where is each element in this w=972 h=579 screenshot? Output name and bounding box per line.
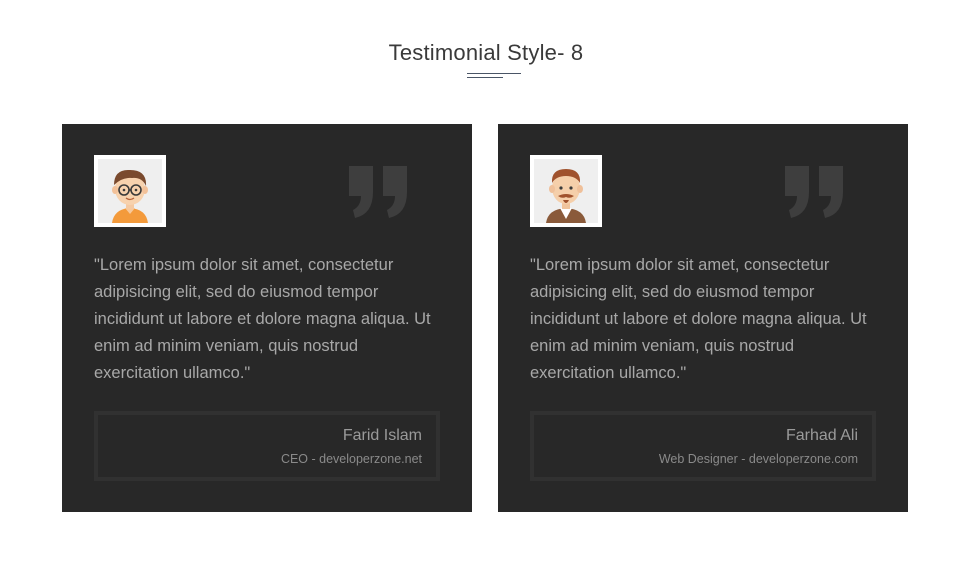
avatar-man-with-beard-icon bbox=[534, 159, 598, 223]
author-box: Farhad Ali Web Designer - developerzone.… bbox=[530, 411, 876, 481]
testimonial-text: "Lorem ipsum dolor sit amet, consectetur… bbox=[94, 256, 431, 382]
author-role: CEO - developerzone.net bbox=[280, 452, 422, 466]
testimonial-card: "Lorem ipsum dolor sit amet, consectetur… bbox=[62, 124, 472, 512]
testimonial-card: "Lorem ipsum dolor sit amet, consectetur… bbox=[498, 124, 908, 512]
quote-icon bbox=[785, 166, 843, 218]
avatar bbox=[530, 155, 602, 227]
title-divider bbox=[467, 73, 521, 79]
testimonial-text: "Lorem ipsum dolor sit amet, consectetur… bbox=[530, 256, 867, 382]
author-name: Farid Islam bbox=[342, 427, 422, 444]
author-name: Farhad Ali bbox=[785, 427, 858, 444]
author-box: Farid Islam CEO - developerzone.net bbox=[94, 411, 440, 481]
quote-icon bbox=[349, 166, 407, 218]
section-title: Testimonial Style- 8 bbox=[388, 40, 584, 65]
avatar-boy-with-glasses-icon bbox=[98, 159, 162, 223]
avatar bbox=[94, 155, 166, 227]
author-role: Web Designer - developerzone.com bbox=[658, 452, 858, 466]
